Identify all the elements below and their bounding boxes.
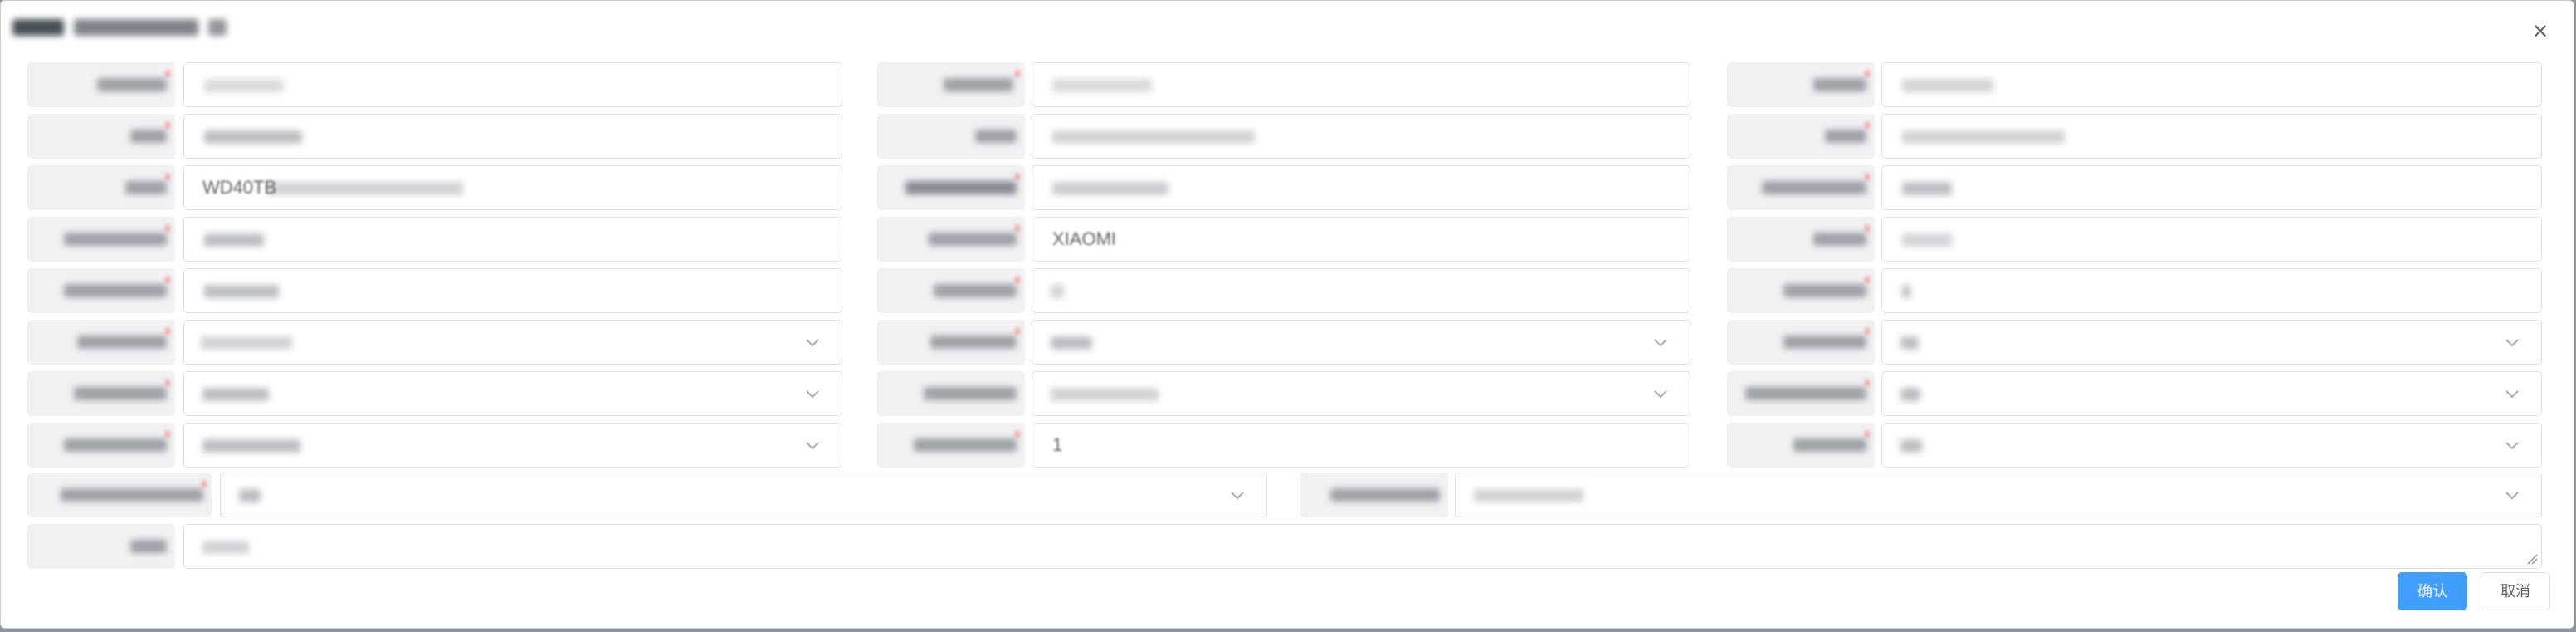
field-label — [27, 114, 175, 159]
remarks-textarea[interactable] — [183, 524, 2542, 569]
field-label — [27, 217, 175, 262]
field-label — [1727, 371, 1875, 416]
chevron-down-icon — [806, 339, 819, 347]
field-label — [1727, 165, 1875, 210]
confirm-button[interactable]: 确认 — [2398, 572, 2467, 610]
chevron-down-icon — [1654, 339, 1667, 347]
field-label — [1727, 217, 1875, 262]
text-input[interactable] — [1032, 62, 1690, 107]
select-dropdown[interactable] — [1032, 371, 1690, 416]
dialog-title — [12, 19, 228, 36]
text-input[interactable]: XIAOMI — [1032, 217, 1690, 262]
field-label — [1727, 423, 1875, 468]
field-label — [877, 165, 1025, 210]
select-dropdown[interactable] — [183, 320, 842, 365]
chevron-down-icon — [2505, 442, 2519, 450]
text-input[interactable] — [1881, 62, 2542, 107]
chevron-down-icon — [1654, 390, 1667, 399]
chevron-down-icon — [1231, 492, 1244, 500]
text-input[interactable] — [1881, 268, 2542, 313]
field-label — [877, 217, 1025, 262]
field-label — [877, 320, 1025, 365]
select-dropdown[interactable] — [1032, 320, 1690, 365]
resize-handle-icon[interactable] — [2526, 553, 2538, 565]
field-label — [27, 165, 175, 210]
text-input[interactable] — [1032, 114, 1690, 159]
text-input[interactable] — [183, 62, 842, 107]
text-input[interactable] — [1881, 165, 2542, 210]
field-label — [877, 62, 1025, 107]
field-label — [27, 371, 175, 416]
chevron-down-icon — [806, 390, 819, 399]
field-label — [27, 423, 175, 468]
field-label — [27, 473, 212, 517]
text-input[interactable] — [183, 114, 842, 159]
field-label — [877, 268, 1025, 313]
field-label — [1300, 473, 1448, 517]
field-label — [1727, 268, 1875, 313]
select-dropdown[interactable] — [220, 473, 1267, 517]
field-label — [27, 320, 175, 365]
select-dropdown[interactable] — [1881, 423, 2542, 468]
select-dropdown[interactable] — [183, 423, 842, 468]
text-input[interactable] — [1032, 268, 1690, 313]
chevron-down-icon — [806, 442, 819, 450]
select-dropdown[interactable] — [1881, 371, 2542, 416]
field-label — [27, 524, 175, 569]
field-label — [1727, 62, 1875, 107]
select-dropdown[interactable] — [183, 371, 842, 416]
field-label — [877, 371, 1025, 416]
field-label — [877, 114, 1025, 159]
text-input[interactable]: WD40TB — [183, 165, 842, 210]
edit-dialog: ✕ WD40TB XIAOMI 1 确认 取消 — [0, 0, 2574, 629]
cancel-button[interactable]: 取消 — [2481, 572, 2550, 610]
field-label — [27, 268, 175, 313]
close-icon: ✕ — [2531, 21, 2549, 43]
select-dropdown[interactable] — [1455, 473, 2542, 517]
text-input[interactable] — [183, 268, 842, 313]
text-input[interactable] — [183, 217, 842, 262]
field-label — [27, 62, 175, 107]
close-button[interactable]: ✕ — [2530, 22, 2550, 42]
field-label — [1727, 320, 1875, 365]
field-label — [877, 423, 1025, 468]
chevron-down-icon — [2505, 390, 2519, 399]
chevron-down-icon — [2505, 339, 2519, 347]
text-input[interactable] — [1032, 165, 1690, 210]
text-input[interactable] — [1881, 217, 2542, 262]
text-input[interactable] — [1881, 114, 2542, 159]
text-input[interactable]: 1 — [1032, 423, 1690, 468]
field-label — [1727, 114, 1875, 159]
select-dropdown[interactable] — [1881, 320, 2542, 365]
chevron-down-icon — [2505, 492, 2519, 500]
